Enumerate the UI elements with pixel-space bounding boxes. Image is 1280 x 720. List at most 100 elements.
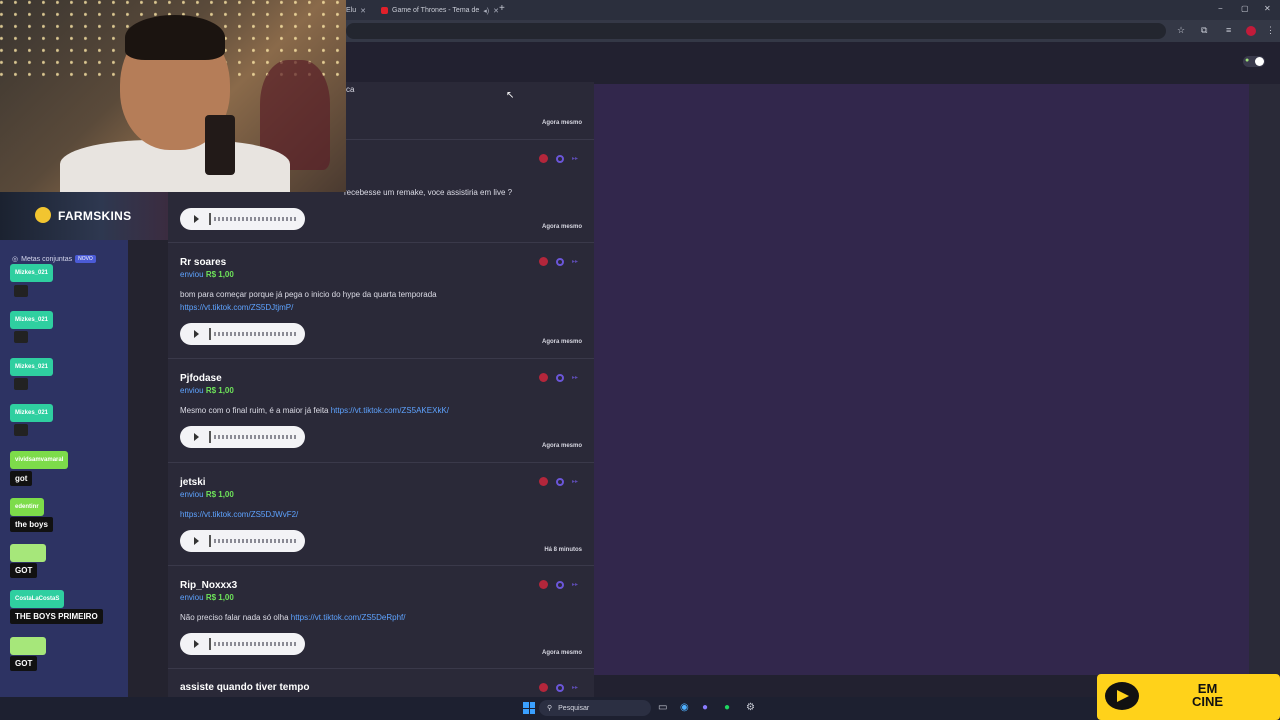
- settings-icon[interactable]: ⚙: [746, 702, 755, 713]
- playhead[interactable]: [209, 638, 211, 650]
- donor-name: Rr soares: [180, 257, 227, 268]
- donation-link[interactable]: https://vt.tiktok.com/ZS5AKEXkK/: [331, 406, 449, 415]
- donation-amount-line: enviou R$ 1,00: [180, 490, 234, 499]
- tab-label: Game of Thrones - Tema de: [392, 7, 480, 14]
- audio-player[interactable]: [180, 208, 305, 230]
- windows-start-icon[interactable]: [523, 702, 535, 714]
- timestamp: Agora mesmo: [541, 120, 582, 126]
- menu-icon[interactable]: ⋮: [1266, 25, 1275, 36]
- delete-icon[interactable]: [538, 683, 548, 692]
- chat-username: Mizkes_021: [10, 311, 54, 329]
- donation-card: jetski enviou R$ 1,00 ▸▸ https://vt.tikt…: [168, 463, 594, 566]
- spotify-icon[interactable]: ●: [724, 702, 730, 713]
- card-actions: ▸▸: [538, 373, 578, 382]
- new-tab-button[interactable]: +: [499, 3, 505, 14]
- profile-avatar[interactable]: [1246, 26, 1256, 36]
- toggle-knob: [1255, 57, 1264, 66]
- playhead[interactable]: [209, 213, 211, 225]
- donation-link[interactable]: https://vt.tiktok.com/ZS5DJtjmP/: [180, 303, 293, 312]
- donor-name: assiste quando tiver tempo: [180, 682, 310, 693]
- chrome-icon[interactable]: ◉: [680, 702, 689, 713]
- replay-icon[interactable]: [555, 477, 564, 486]
- play-icon[interactable]: [194, 215, 199, 223]
- card-actions: ▸▸: [538, 580, 578, 589]
- chat-message: got: [10, 471, 33, 486]
- emcine-text: EM CINE: [1192, 681, 1224, 709]
- task-view-icon[interactable]: ▭: [658, 702, 667, 713]
- metas-label: Metas conjuntas: [21, 255, 73, 263]
- speaker-icon[interactable]: ◂): [483, 7, 489, 15]
- tab-1[interactable]: Elu ✕: [346, 3, 366, 18]
- close-window-button[interactable]: ✕: [1264, 4, 1271, 13]
- delete-icon[interactable]: [538, 477, 548, 486]
- replay-icon[interactable]: [555, 154, 564, 163]
- tab-label: Elu: [346, 7, 357, 14]
- chat-emote-icon: [14, 424, 28, 436]
- chat-emote-icon: [14, 378, 28, 390]
- skip-icon[interactable]: ▸▸: [572, 684, 578, 691]
- delete-icon[interactable]: [538, 580, 548, 589]
- message-text: Não preciso falar nada só olha: [180, 613, 289, 622]
- delete-icon[interactable]: [538, 373, 548, 382]
- replay-icon[interactable]: [555, 257, 564, 266]
- theme-toggle[interactable]: ●: [1243, 56, 1265, 67]
- skip-icon[interactable]: ▸▸: [572, 581, 578, 588]
- audio-player[interactable]: [180, 530, 305, 552]
- audio-player[interactable]: [180, 633, 305, 655]
- chat-username: vividsamvamaral: [10, 451, 69, 469]
- amount: R$ 1,00: [205, 270, 234, 279]
- donation-card: Pjfodase enviou R$ 1,00 ▸▸ Mesmo com o f…: [168, 359, 594, 463]
- audio-player[interactable]: [180, 323, 305, 345]
- audio-player[interactable]: [180, 426, 305, 448]
- screen: Elu ✕ Game of Thrones - Tema de ◂) ✕ + −…: [0, 0, 1280, 720]
- minimize-button[interactable]: −: [1218, 4, 1223, 13]
- delete-icon[interactable]: [538, 154, 548, 163]
- replay-icon[interactable]: [555, 373, 564, 382]
- moon-icon: ●: [1245, 57, 1250, 64]
- donation-card: Rr soares enviou R$ 1,00 ▸▸ bom para com…: [168, 243, 594, 359]
- tab-2[interactable]: Game of Thrones - Tema de ◂) ✕: [381, 3, 499, 18]
- delete-icon[interactable]: [538, 257, 548, 266]
- sent-label: enviou: [180, 593, 204, 602]
- star-icon[interactable]: ☆: [1177, 25, 1185, 36]
- extensions-icon[interactable]: ⧉: [1201, 25, 1207, 36]
- chat-message: GOT: [10, 563, 38, 578]
- playhead[interactable]: [209, 328, 211, 340]
- discord-icon[interactable]: ●: [702, 702, 708, 713]
- media-icon[interactable]: ≡: [1226, 25, 1231, 35]
- skip-icon[interactable]: ▸▸: [572, 258, 578, 265]
- donation-message: Mesmo com o final ruim, é a maior já fei…: [180, 406, 449, 415]
- play-icon[interactable]: [194, 330, 199, 338]
- chat-username: [10, 637, 46, 655]
- play-icon[interactable]: [194, 433, 199, 441]
- donation-amount-line: enviou R$ 1,00: [180, 386, 234, 395]
- donation-link[interactable]: https://vt.tiktok.com/ZS5DJWvF2/: [180, 510, 298, 519]
- replay-icon[interactable]: [555, 683, 564, 692]
- donation-card: assiste quando tiver tempo ▸▸: [168, 669, 594, 697]
- chat-emote-icon: [14, 285, 28, 297]
- close-tab-icon[interactable]: ✕: [360, 7, 366, 15]
- chat-message: THE BOYS PRIMEIRO: [10, 609, 103, 624]
- maximize-button[interactable]: ▢: [1241, 4, 1249, 13]
- mouse-cursor-icon: ↖: [506, 90, 515, 101]
- emcine-logo: EM CINE: [1097, 674, 1280, 720]
- search-icon: ⚲: [547, 705, 553, 712]
- replay-icon[interactable]: [555, 580, 564, 589]
- taskbar-search[interactable]: ⚲ Pesquisar: [539, 700, 651, 716]
- skip-icon[interactable]: ▸▸: [572, 374, 578, 381]
- metas-conjuntas[interactable]: ◎ Metas conjuntas NOVO: [12, 255, 96, 263]
- amount: R$ 1,00: [205, 593, 234, 602]
- sponsor-banner: FARMSKINS: [0, 192, 168, 240]
- skip-icon[interactable]: ▸▸: [572, 478, 578, 485]
- sent-label: enviou: [180, 270, 204, 279]
- play-icon[interactable]: [194, 640, 199, 648]
- address-bar[interactable]: [346, 23, 1166, 39]
- donor-name: jetski: [180, 477, 206, 488]
- donation-link[interactable]: https://vt.tiktok.com/ZS5DeRphf/: [291, 613, 406, 622]
- play-icon[interactable]: [194, 537, 199, 545]
- skip-icon[interactable]: ▸▸: [572, 155, 578, 162]
- playhead[interactable]: [209, 535, 211, 547]
- playhead[interactable]: [209, 431, 211, 443]
- chat-message: the boys: [10, 517, 53, 532]
- chat-emote-icon: [14, 331, 28, 343]
